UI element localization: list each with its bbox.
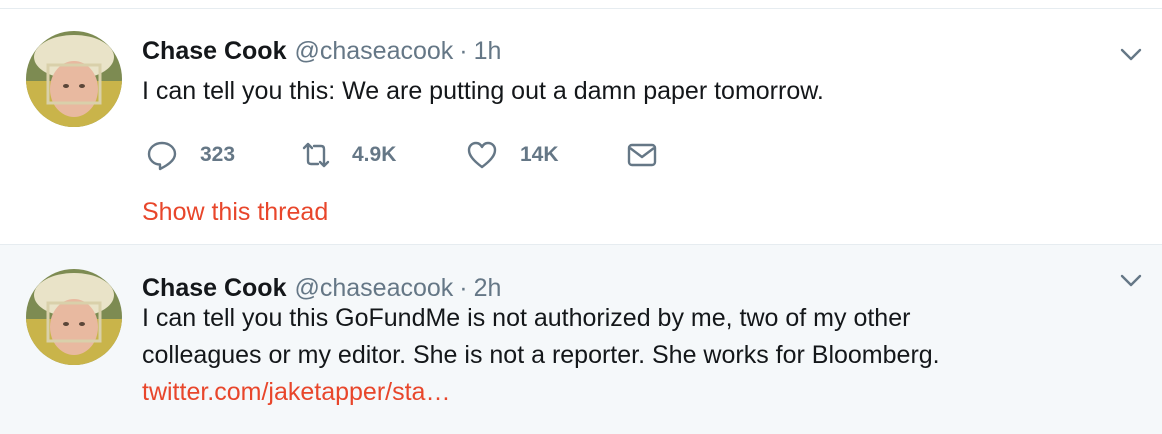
like-button[interactable]: 14K [466, 137, 559, 173]
tweet-header: Chase Cook @chaseacook · 1h [142, 34, 501, 68]
separator: · [459, 37, 468, 65]
tweet[interactable]: Chase Cook @chaseacook · 1h I can tell you … [0, 9, 1162, 245]
show-thread-link[interactable]: Show this thread [142, 198, 328, 227]
chevron-down-icon[interactable] [1118, 41, 1144, 67]
display-name[interactable]: Chase Cook [142, 274, 286, 302]
tweet-link[interactable]: twitter.com/jaketapper/sta… [142, 374, 1132, 411]
like-count: 14K [520, 143, 559, 166]
reply-icon [147, 141, 177, 171]
reply-count: 323 [200, 143, 236, 166]
separator: · [459, 274, 468, 302]
user-handle[interactable]: @chaseacook [294, 37, 453, 65]
top-divider [0, 0, 1162, 9]
avatar-image [26, 269, 122, 365]
envelope-icon [627, 143, 657, 167]
tweet-text-line: colleagues or my editor. She is not a re… [142, 341, 940, 369]
retweet-count: 4.9K [352, 143, 397, 166]
user-handle[interactable]: @chaseacook [294, 274, 453, 302]
heart-icon [467, 141, 497, 169]
tweet-text: I can tell you this: We are putting out … [142, 77, 824, 105]
tweet-text: I can tell you this GoFundMe is not auth… [142, 300, 1132, 411]
retweet-button[interactable]: 4.9K [300, 137, 396, 173]
tweet[interactable]: Chase Cook @chaseacook · 2h I can tell you … [0, 245, 1162, 434]
timestamp[interactable]: 2h [474, 274, 502, 302]
avatar[interactable] [26, 31, 122, 127]
avatar[interactable] [26, 269, 122, 365]
retweet-icon [302, 142, 330, 168]
display-name[interactable]: Chase Cook [142, 37, 286, 65]
avatar-image [26, 31, 122, 127]
direct-message-button[interactable] [626, 137, 658, 173]
chevron-down-icon[interactable] [1118, 267, 1144, 293]
tweet-text-line: I can tell you this GoFundMe is not auth… [142, 304, 911, 332]
timestamp[interactable]: 1h [474, 37, 502, 65]
reply-button[interactable]: 323 [146, 137, 235, 173]
